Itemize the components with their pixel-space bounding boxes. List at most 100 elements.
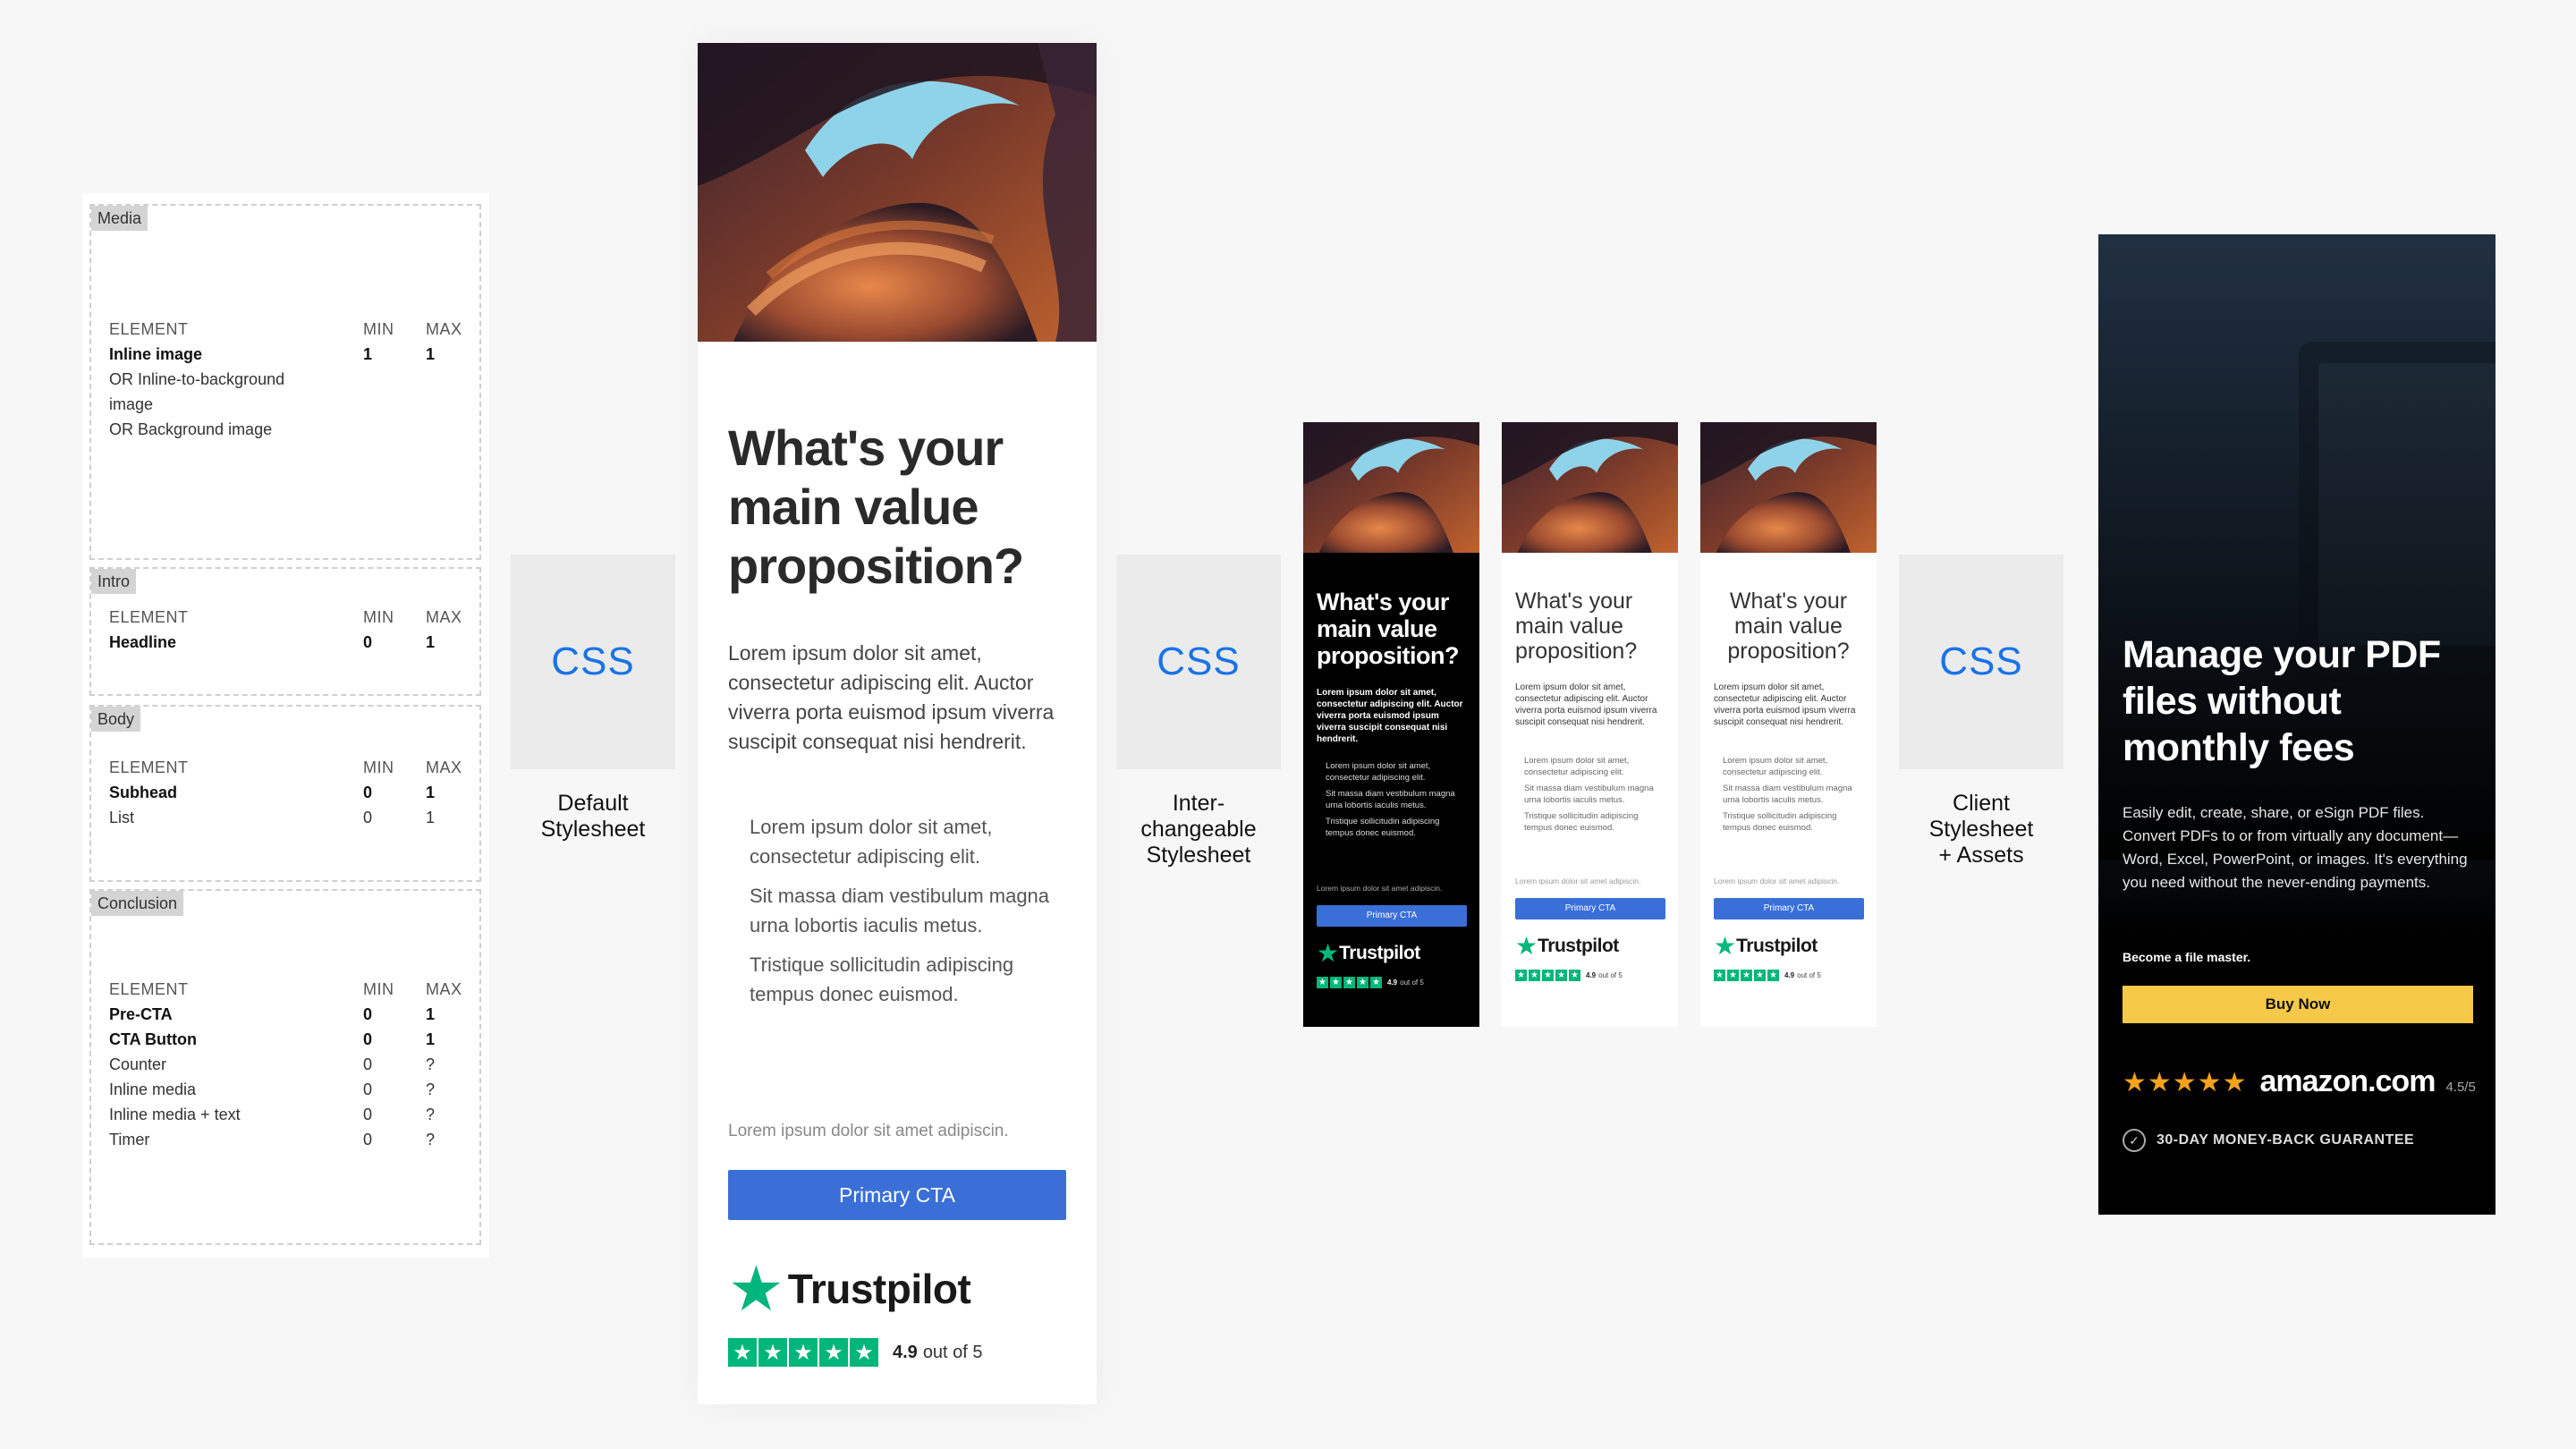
trustpilot-score: 4.9	[1784, 971, 1795, 979]
spec-section-conclusion: Conclusion ELEMENT MIN MAX Pre-CTA 0 1 C…	[89, 889, 481, 1245]
spec-element: Pre-CTA	[109, 1005, 173, 1023]
spec-header-row: ELEMENT MIN MAX	[109, 317, 462, 342]
bullet-item: Tristique sollicitudin adipiscing tempus…	[1317, 816, 1467, 839]
spec-row: Inline image 1 1	[109, 342, 462, 367]
css-caption-interchangeable: Inter- changeable Stylesheet	[1105, 791, 1292, 869]
primary-cta-button[interactable]: Primary CTA	[728, 1170, 1066, 1220]
ad-headline: What's your main value proposition?	[728, 419, 1024, 594]
star-icon: ★	[1370, 977, 1382, 988]
spec-tag: Media	[91, 206, 148, 231]
ad-pre-cta: Lorem ipsum dolor sit amet adipiscin.	[728, 1122, 1009, 1140]
spec-header-row: ELEMENT MIN MAX	[109, 605, 462, 630]
bullet-item: Sit massa diam vestibulum magna urna lob…	[1317, 788, 1467, 811]
spec-tag: Conclusion	[91, 891, 184, 916]
spec-row: Pre-CTA 0 1	[109, 1002, 462, 1027]
spec-element: Subhead	[109, 784, 178, 801]
client-ad-preview: Manage your PDF files without monthly fe…	[2098, 234, 2496, 1215]
star-icon: ★	[1330, 977, 1342, 988]
ad-bullet-list: Lorem ipsum dolor sit amet, consectetur …	[728, 812, 1059, 1009]
spec-max: ?	[426, 1131, 436, 1148]
caption-line: Stylesheet	[1928, 817, 2034, 842]
spec-max: 1	[426, 809, 436, 826]
variant-bullets: Lorem ipsum dolor sit amet, consectetur …	[1317, 760, 1467, 839]
caption-line: Stylesheet	[1146, 843, 1251, 868]
variant-cta-button[interactable]: Primary CTA	[1317, 905, 1467, 927]
variant-bullets: Lorem ipsum dolor sit amet, consectetur …	[1515, 755, 1665, 834]
css-block-default: CSS	[511, 555, 675, 769]
caption-line: Client	[1953, 791, 2010, 816]
css-caption-default: Default Stylesheet	[499, 791, 687, 843]
client-body: Easily edit, create, share, or eSign PDF…	[2123, 804, 2468, 891]
col-max: MAX	[426, 980, 462, 998]
caption-line: changeable	[1140, 817, 1257, 842]
bullet-item: Sit massa diam vestibulum magna urna lob…	[728, 881, 1059, 940]
client-pre-cta: Become a file master.	[2123, 950, 2251, 964]
trustpilot-stars: ★ ★ ★ ★ ★	[728, 1338, 878, 1367]
spec-max: 1	[426, 1005, 436, 1023]
spec-min: 0	[363, 809, 373, 826]
spec-row: OR Inline-to-background image	[109, 367, 462, 417]
buy-now-button[interactable]: Buy Now	[2123, 986, 2473, 1023]
col-min: MIN	[363, 980, 394, 998]
spec-tag: Intro	[91, 569, 137, 594]
spec-min: 0	[363, 633, 373, 651]
spec-row: CTA Button 0 1	[109, 1027, 462, 1052]
trustpilot-score: 4.9	[1586, 971, 1597, 979]
star-icon: ★	[1727, 970, 1739, 981]
star-icon: ★	[1767, 970, 1779, 981]
spec-section-intro: Intro ELEMENT MIN MAX Headline 0 1	[89, 567, 481, 696]
spec-row: Counter 0 ?	[109, 1052, 462, 1077]
variant-cta-button[interactable]: Primary CTA	[1515, 898, 1665, 919]
caption-line: Default	[557, 791, 629, 816]
spec-section-body: Body ELEMENT MIN MAX Subhead 0 1 List 0 …	[89, 705, 481, 882]
variant-cta-button[interactable]: Primary CTA	[1714, 898, 1864, 919]
spec-row: Subhead 0 1	[109, 780, 462, 805]
trustpilot-wordmark: Trustpilot	[1736, 936, 1818, 956]
amazon-logo: amazon.com	[2259, 1064, 2436, 1098]
caption-line: Stylesheet	[540, 817, 646, 842]
bullet-item: Tristique sollicitudin adipiscing tempus…	[1515, 810, 1665, 834]
spec-header-row: ELEMENT MIN MAX	[109, 977, 462, 1002]
trustpilot-star-icon: ★	[728, 1254, 784, 1324]
spec-min: 0	[363, 1080, 373, 1098]
canyon-thumb	[1303, 422, 1479, 553]
css-label: CSS	[1939, 640, 2023, 683]
spec-max: ?	[426, 1055, 436, 1073]
spec-row: Headline 0 1	[109, 630, 462, 655]
col-element: ELEMENT	[109, 608, 189, 626]
star-icon: ★	[1357, 977, 1368, 988]
spec-min: 0	[363, 1131, 373, 1148]
col-min: MIN	[363, 320, 394, 338]
trustpilot-out-of: out of 5	[1797, 971, 1821, 979]
spec-element: Headline	[109, 633, 177, 651]
star-icon: ★	[1741, 970, 1752, 981]
spec-row: List 0 1	[109, 805, 462, 830]
trustpilot-score: 4.9	[893, 1342, 918, 1362]
col-element: ELEMENT	[109, 980, 189, 998]
spec-min: 0	[363, 1106, 373, 1123]
star-icon: ★	[1555, 970, 1567, 981]
variant-ad-dark: What's your main value proposition? Lore…	[1303, 422, 1479, 1027]
spec-element: CTA Button	[109, 1030, 197, 1048]
trustpilot-star-icon: ★	[1714, 932, 1737, 960]
trustpilot-logo: ★ Trustpilot	[728, 1254, 971, 1324]
canyon-thumb	[1700, 422, 1877, 553]
spec-max: 1	[426, 784, 436, 801]
variant-pre-cta: Lorem ipsum dolor sit amet adipiscin.	[1714, 877, 1840, 886]
spec-table: ELEMENT MIN MAX Subhead 0 1 List 0 1	[109, 755, 462, 830]
bullet-item: Sit massa diam vestibulum magna urna lob…	[1515, 783, 1665, 806]
spec-element: Inline media + text	[109, 1106, 241, 1123]
spec-max: 1	[426, 633, 436, 651]
canyon-image	[698, 43, 1097, 342]
variant-trustpilot: ★ Trustpilot	[1714, 934, 1818, 959]
spec-element: Inline media	[109, 1080, 197, 1098]
css-label: CSS	[1157, 640, 1241, 683]
star-icon: ★	[850, 1338, 878, 1367]
col-element: ELEMENT	[109, 320, 189, 338]
css-block-interchangeable: CSS	[1116, 555, 1281, 769]
spec-element: OR Background image	[109, 420, 273, 438]
variant-trustpilot: ★ Trustpilot	[1317, 941, 1420, 966]
spec-row: Inline media 0 ?	[109, 1077, 462, 1102]
rating-stars-icon: ★★★★★	[2123, 1068, 2248, 1097]
spec-max: ?	[426, 1106, 436, 1123]
